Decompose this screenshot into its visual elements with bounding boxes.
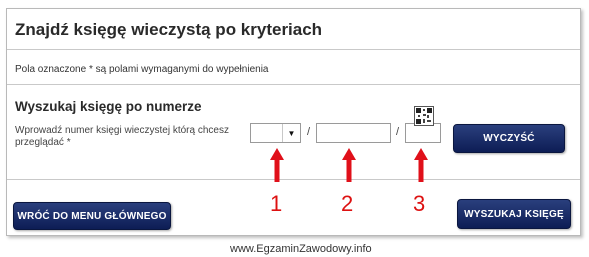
- book-number-label: Wprowadź numer księgi wieczystej którą c…: [15, 125, 229, 148]
- required-fields-note: Pola oznaczone * są polami wymaganymi do…: [15, 64, 269, 75]
- separator-1: /: [307, 126, 311, 138]
- annotation-label-2: 2: [341, 191, 354, 216]
- register-number-input[interactable]: [316, 123, 391, 143]
- chevron-down-icon[interactable]: ▼: [282, 124, 300, 142]
- search-panel: Znajdź księgę wieczystą po kryteriach Po…: [6, 8, 581, 236]
- qr-code-icon: [414, 106, 434, 126]
- annotation-label-1: 1: [270, 191, 283, 216]
- court-code-select[interactable]: ▼: [250, 123, 301, 143]
- arrow-up-icon: [342, 148, 356, 182]
- arrow-up-icon: [414, 148, 428, 182]
- title-divider: [7, 49, 580, 50]
- separator-2: /: [396, 126, 400, 138]
- annotation-label-3: 3: [413, 191, 426, 216]
- section-title: Wyszukaj księgę po numerze: [15, 99, 202, 114]
- search-book-button[interactable]: WYSZUKAJ KSIĘGĘ: [457, 199, 571, 229]
- page-title: Znajdź księgę wieczystą po kryteriach: [15, 20, 323, 39]
- watermark-text: www.EgzaminZawodowy.info: [230, 243, 372, 255]
- clear-button[interactable]: WYCZYŚĆ: [453, 124, 565, 153]
- bottom-divider: [7, 179, 580, 180]
- back-to-menu-button[interactable]: WRÓĆ DO MENU GŁÓWNEGO: [13, 202, 171, 230]
- note-divider: [7, 84, 580, 85]
- arrow-up-icon: [270, 148, 284, 182]
